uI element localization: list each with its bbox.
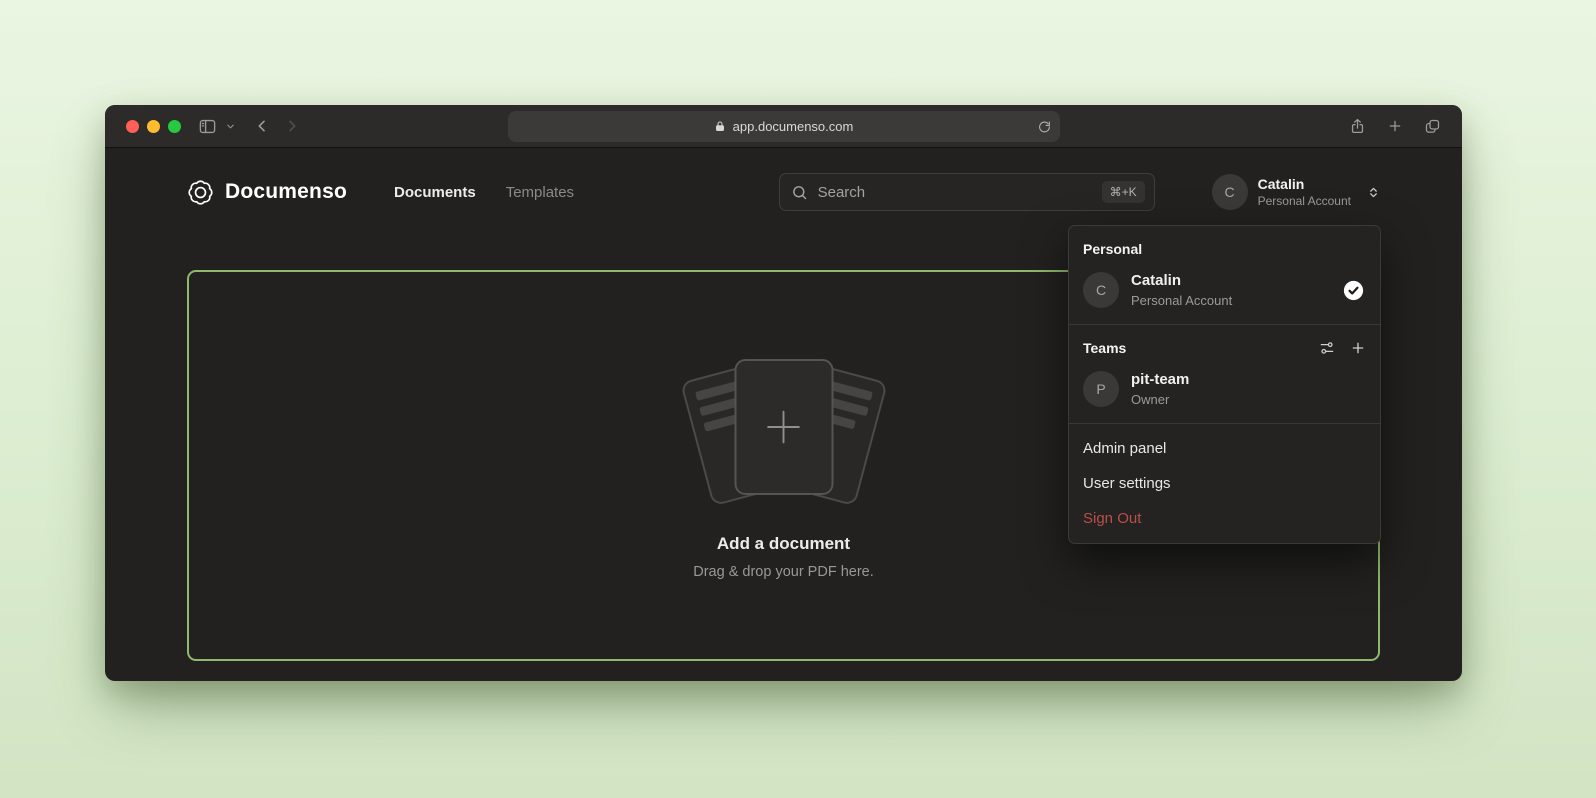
teams-section: Teams P pit-team Owner <box>1069 325 1380 423</box>
account-menu-trigger[interactable]: C Catalin Personal Account <box>1212 174 1380 210</box>
traffic-lights <box>126 120 181 133</box>
account-type: Personal Account <box>1258 194 1351 208</box>
zoom-window-button[interactable] <box>168 120 181 133</box>
document-card-center <box>734 359 833 495</box>
selected-check-icon <box>1343 280 1364 301</box>
brand-logo[interactable]: Documenso <box>187 179 347 206</box>
brand-name: Documenso <box>225 180 347 204</box>
teams-heading: Teams <box>1069 333 1140 363</box>
back-button[interactable] <box>254 118 270 134</box>
user-avatar: C <box>1212 174 1248 210</box>
browser-window: app.documenso.com <box>105 105 1462 681</box>
address-url: app.documenso.com <box>733 119 854 134</box>
forward-button[interactable] <box>284 118 300 134</box>
personal-account-item[interactable]: C Catalin Personal Account <box>1069 264 1380 316</box>
personal-section: Personal C Catalin Personal Account <box>1069 226 1380 324</box>
menu-item-sign-out[interactable]: Sign Out <box>1069 501 1380 536</box>
titlebar-right-actions <box>1349 117 1441 135</box>
sidebar-chevron-down-icon[interactable] <box>225 121 236 132</box>
personal-sub: Personal Account <box>1131 293 1331 308</box>
chevrons-up-down-icon <box>1367 185 1380 200</box>
primary-nav: Documents Templates <box>394 184 574 201</box>
team-name: pit-team <box>1131 371 1366 390</box>
search-shortcut-badge: ⌘+K <box>1102 181 1145 203</box>
search-placeholder: Search <box>818 184 1092 201</box>
team-avatar: P <box>1083 371 1119 407</box>
browser-titlebar: app.documenso.com <box>105 105 1462 148</box>
account-dropdown-menu: Personal C Catalin Personal Account Team… <box>1068 225 1381 544</box>
new-tab-icon[interactable] <box>1387 118 1403 134</box>
dropzone-title: Add a document <box>717 534 850 554</box>
account-name: Catalin <box>1258 176 1351 193</box>
address-bar[interactable]: app.documenso.com <box>508 111 1060 142</box>
search-icon <box>791 184 808 201</box>
add-team-icon[interactable] <box>1350 340 1366 356</box>
tab-overview-icon[interactable] <box>1424 118 1441 135</box>
documenso-seal-icon <box>187 179 214 206</box>
team-item[interactable]: P pit-team Owner <box>1069 363 1380 415</box>
menu-item-user-settings[interactable]: User settings <box>1069 466 1380 501</box>
personal-name: Catalin <box>1131 272 1331 291</box>
search-input[interactable]: Search ⌘+K <box>779 173 1155 211</box>
account-texts: Catalin Personal Account <box>1258 176 1351 209</box>
lock-icon <box>714 120 726 133</box>
refresh-icon[interactable] <box>1038 120 1051 133</box>
sidebar-toggle-icon[interactable] <box>198 117 217 136</box>
menu-actions: Admin panel User settings Sign Out <box>1069 424 1380 543</box>
personal-heading: Personal <box>1069 234 1380 264</box>
nav-templates[interactable]: Templates <box>506 184 574 201</box>
share-icon[interactable] <box>1349 117 1366 135</box>
minimize-window-button[interactable] <box>147 120 160 133</box>
nav-documents[interactable]: Documents <box>394 184 476 201</box>
menu-item-admin-panel[interactable]: Admin panel <box>1069 431 1380 466</box>
app-header: Documenso Documents Templates Search ⌘+K… <box>105 148 1462 236</box>
team-role: Owner <box>1131 392 1366 407</box>
stacked-documents-illustration <box>669 352 899 510</box>
personal-avatar: C <box>1083 272 1119 308</box>
close-window-button[interactable] <box>126 120 139 133</box>
manage-teams-icon[interactable] <box>1319 340 1335 356</box>
dropzone-subtitle: Drag & drop your PDF here. <box>693 564 874 580</box>
plus-icon <box>761 404 807 450</box>
